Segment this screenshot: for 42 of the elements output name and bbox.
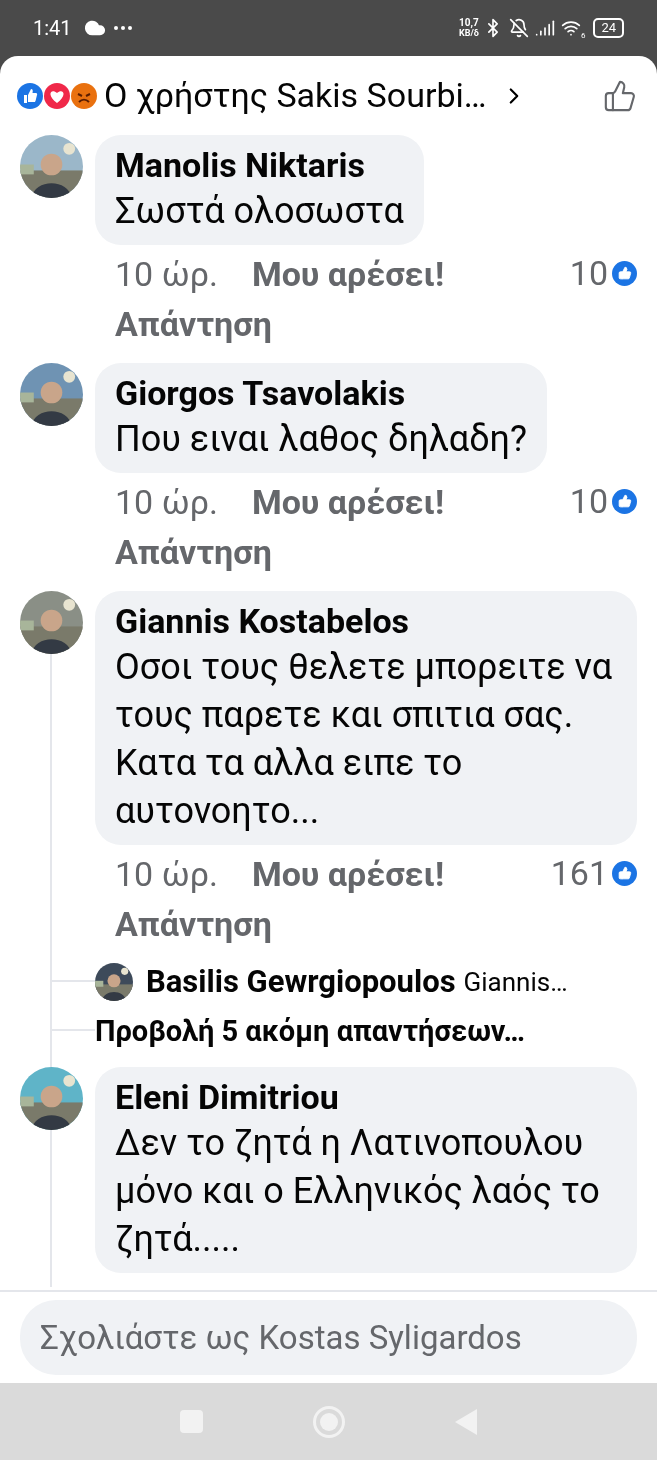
wifi-icon (560, 18, 581, 38)
like-count: 161 (550, 853, 608, 893)
comment-author[interactable]: Giorgos Tsavolakis (115, 371, 528, 415)
more-icon (113, 26, 132, 30)
reply-link[interactable]: Απάντηση (115, 527, 272, 577)
wifi-label: 6 (580, 30, 586, 42)
reply-link[interactable]: Απάντηση (115, 299, 272, 349)
comment-text: Οσοι τους θελετε μπορειτε να τους παρετε και σπιτια σας. Κατα τα αλλα ειπε το αυτονοητο... (115, 645, 614, 834)
like-count: 10 (569, 253, 608, 293)
reactions-icon (16, 81, 98, 110)
home-button[interactable] (313, 1405, 345, 1438)
recent-apps-button[interactable] (180, 1410, 203, 1433)
network-speed: 10,7 (459, 18, 479, 28)
like-reaction-icon (612, 860, 637, 886)
more-replies-link[interactable]: Προβολή 5 ακόμη απαντήσεων… (95, 1009, 525, 1053)
like-link[interactable]: Μου αρέσει! (251, 477, 445, 527)
comment-text: Δεν το ζητά η Λατινοπουλου μόνο και ο Ελληνικός λαός το ζητά..... (115, 1121, 601, 1262)
like-link[interactable]: Μου αρέσει! (251, 849, 445, 899)
reply-preview: Giannis… (463, 965, 568, 999)
comment-time: 10 ώρ. (115, 853, 218, 896)
comment-time: 10 ώρ. (115, 253, 218, 296)
network-unit: KB/δ (459, 28, 479, 38)
like-link[interactable]: Μου αρέσει! (251, 249, 445, 299)
reply-author[interactable]: Basilis Gewrgiopoulos (146, 959, 456, 1006)
bell-off-icon (508, 18, 529, 38)
comment-text: Που ειναι λαθος δηλαδη? (115, 417, 528, 462)
post-title[interactable]: Ο χρήστης Sakis Sourbi… (104, 70, 487, 121)
comment-input[interactable]: Σχολιάστε ως Kostas Syligardos (20, 1300, 637, 1375)
signal-icon (534, 18, 555, 38)
comment-time: 10 ώρ. (115, 481, 218, 524)
battery-indicator: 24 (593, 18, 624, 38)
like-reaction-icon (612, 260, 637, 286)
comment-author[interactable]: Manolis Niktaris (115, 143, 404, 187)
like-count: 10 (569, 481, 608, 521)
like-icon[interactable] (603, 78, 637, 113)
comment-author[interactable]: Eleni Dimitriou (115, 1075, 617, 1119)
like-reaction-icon (612, 488, 637, 514)
status-time: 1:41 (33, 15, 72, 42)
back-button[interactable] (455, 1408, 477, 1435)
comment-text: Σωστά ολοσωστα (115, 189, 404, 234)
reply-link[interactable]: Απάντηση (115, 899, 272, 949)
comment-author[interactable]: Giannis Kostabelos (115, 599, 617, 643)
